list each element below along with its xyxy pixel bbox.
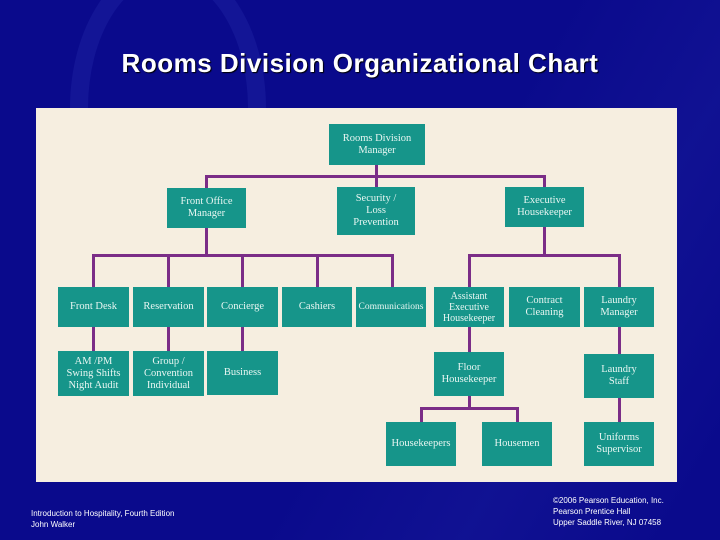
connector [241, 327, 244, 351]
connector [205, 175, 546, 178]
node-cashiers: Cashiers [282, 287, 352, 327]
node-rooms-division-manager: Rooms Division Manager [329, 124, 425, 165]
node-security-loss-prevention: Security / Loss Prevention [337, 187, 415, 235]
connector [420, 407, 423, 422]
connector [468, 254, 471, 287]
connector [618, 398, 621, 422]
connector [618, 327, 621, 354]
node-communications: Communications [356, 287, 426, 327]
node-laundry-manager: Laundry Manager [584, 287, 654, 327]
connector [167, 327, 170, 351]
connector [543, 175, 546, 187]
node-laundry-staff: Laundry Staff [584, 354, 654, 398]
connector [391, 254, 394, 287]
node-housekeepers: Housekeepers [386, 422, 456, 466]
node-housemen: Housemen [482, 422, 552, 466]
connector [543, 227, 546, 256]
node-assistant-executive-housekeeper: Assistant Executive Housekeeper [434, 287, 504, 327]
connector [468, 254, 621, 257]
node-am-pm-swing-night-audit: AM /PM Swing Shifts Night Audit [58, 351, 129, 396]
connector [316, 254, 319, 287]
connector [468, 327, 471, 352]
node-contract-cleaning: Contract Cleaning [509, 287, 580, 327]
connector [516, 407, 519, 422]
node-floor-housekeeper: Floor Housekeeper [434, 352, 504, 396]
node-reservation: Reservation [133, 287, 204, 327]
node-uniforms-supervisor: Uniforms Supervisor [584, 422, 654, 466]
node-front-desk: Front Desk [58, 287, 129, 327]
connector [167, 254, 170, 287]
node-business: Business [207, 351, 278, 395]
footer-book-credit: Introduction to Hospitality, Fourth Edit… [31, 509, 175, 529]
node-front-office-manager: Front Office Manager [167, 188, 246, 228]
node-group-convention-individual: Group / Convention Individual [133, 351, 204, 396]
footer-copyright: ©2006 Pearson Education, Inc. Pearson Pr… [553, 496, 664, 527]
connector [205, 175, 208, 188]
connector [618, 254, 621, 287]
slide-title: Rooms Division Organizational Chart [121, 48, 599, 78]
connector [420, 407, 519, 410]
connector [92, 327, 95, 351]
node-concierge: Concierge [207, 287, 278, 327]
connector [241, 254, 244, 287]
connector [92, 254, 95, 287]
node-executive-housekeeper: Executive Housekeeper [505, 187, 584, 227]
connector [205, 228, 208, 256]
